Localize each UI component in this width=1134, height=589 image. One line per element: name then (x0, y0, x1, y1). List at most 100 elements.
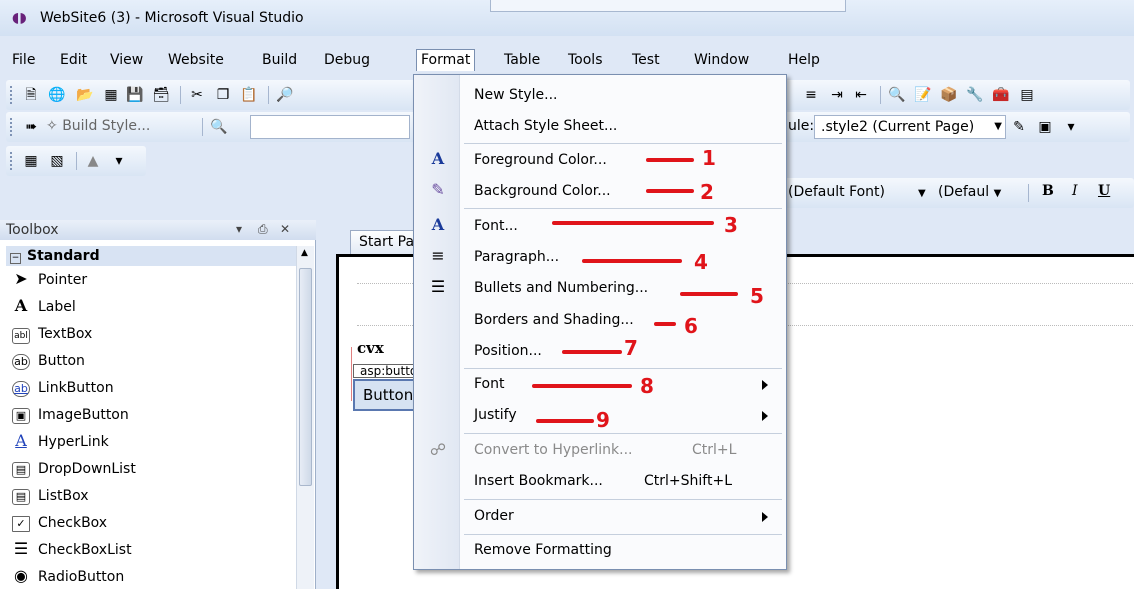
menu-item-justify[interactable]: Justify (474, 403, 517, 427)
formatting-toolbar: (Default Font) ▼ (Defaul ▼ B I U (780, 178, 1134, 208)
toolbar-options-icon[interactable]: ▾ (1062, 118, 1080, 136)
menu-format[interactable]: Format (416, 49, 476, 71)
scroll-up-icon[interactable]: ▲ (301, 248, 308, 258)
font-name-select[interactable]: (Default Font) (788, 184, 885, 200)
annotation-number: 2 (700, 180, 714, 204)
style-application-icon[interactable]: ➠ (22, 118, 40, 136)
selection-marker (351, 347, 352, 401)
toolbox-item-dropdownlist[interactable]: ▤ DropDownList (12, 457, 136, 481)
menu-item-insert-bookmark[interactable]: Insert Bookmark... (474, 469, 603, 493)
toolbox-category-standard[interactable]: − Standard (6, 246, 296, 266)
menu-item-foreground-color[interactable]: Foreground Color... (474, 148, 607, 172)
tools-icon[interactable]: 🔧 (966, 86, 984, 104)
reuse-style-icon[interactable]: ✎ (1010, 118, 1028, 136)
toolbox-item-listbox[interactable]: ▤ ListBox (12, 484, 89, 508)
build-style-button[interactable]: ✧ Build Style... (46, 118, 150, 134)
toolbox-item-linkbutton[interactable]: ab LinkButton (12, 376, 114, 400)
menu-file[interactable]: File (8, 49, 39, 71)
menu-item-bullets-numbering[interactable]: Bullets and Numbering... (474, 276, 648, 300)
indent-icon[interactable]: ⇥ (828, 86, 846, 104)
target-rule-icon[interactable]: 🔍 (210, 118, 228, 136)
paste-icon[interactable]: 📋 (240, 86, 258, 104)
menu-item-remove-formatting[interactable]: Remove Formatting (474, 538, 612, 562)
menu-item-new-style[interactable]: New Style... (474, 83, 558, 107)
toolbox-item-textbox[interactable]: abl TextBox (12, 322, 92, 346)
font-size-dropdown-arrow[interactable]: ▼ (918, 184, 926, 200)
toolbox-item-button[interactable]: ab Button (12, 349, 85, 373)
font-size-select[interactable]: (Defaul ▼ (938, 184, 1001, 200)
menu-debug[interactable]: Debug (320, 49, 374, 71)
hyperlink-icon: A (15, 431, 27, 450)
menu-edit[interactable]: Edit (56, 49, 91, 71)
toolbar-grip[interactable] (10, 86, 13, 104)
menu-item-font-dialog[interactable]: Font... (474, 214, 518, 238)
italic-button[interactable]: I (1072, 183, 1078, 199)
open-file-icon[interactable]: 📂 (76, 86, 94, 104)
toolbox-item-hyperlink[interactable]: A HyperLink (12, 430, 109, 454)
menu-item-borders-shading[interactable]: Borders and Shading... (474, 308, 634, 332)
menu-view[interactable]: View (106, 49, 147, 71)
menu-website[interactable]: Website (164, 49, 228, 71)
toolbox-item-pointer[interactable]: ➤ Pointer (12, 268, 87, 292)
toolbox-item-checkbox[interactable]: ✓ CheckBox (12, 511, 107, 535)
outdent-icon[interactable]: ⇤ (852, 86, 870, 104)
menu-item-font-submenu[interactable]: Font (474, 372, 504, 396)
save-icon[interactable]: 💾 (126, 86, 144, 104)
shortcut-ctrl-shift-l: Ctrl+Shift+L (644, 473, 732, 489)
toolbox-item-label[interactable]: A Label (12, 295, 76, 319)
pin-icon[interactable]: ⎙ (258, 222, 268, 237)
underline-button[interactable]: U (1098, 183, 1110, 199)
new-website-icon[interactable]: 🌐 (48, 86, 66, 104)
scrollbar-thumb[interactable] (299, 268, 312, 486)
toolbox-item-radiobutton[interactable]: ◉ RadioButton (12, 565, 124, 589)
toolbox-item-label: HyperLink (38, 434, 109, 450)
menu-item-order[interactable]: Order (474, 504, 514, 528)
show-overlay-icon[interactable]: ▣ (1036, 118, 1054, 136)
insert-table-icon[interactable]: ▦ (22, 152, 40, 170)
toolbox-item-label: RadioButton (38, 569, 125, 585)
panel-menu-icon[interactable]: ▾ (236, 222, 242, 236)
bold-button[interactable]: B (1042, 183, 1054, 199)
menu-item-paragraph[interactable]: Paragraph... (474, 245, 559, 269)
target-rule-select[interactable]: .style2 (Current Page) ▼ (814, 115, 1006, 139)
find-icon[interactable]: 🔎 (276, 86, 294, 104)
properties-icon[interactable]: 📝 (914, 86, 932, 104)
annotation-number: 9 (596, 408, 610, 432)
solution-explorer-icon[interactable]: 🔍 (888, 86, 906, 104)
menu-item-background-color[interactable]: Background Color... (474, 179, 611, 203)
menu-help[interactable]: Help (784, 49, 824, 71)
toolbar-grip[interactable] (10, 152, 13, 170)
add-item-icon[interactable]: ▦ (102, 86, 120, 104)
toolbox-scrollbar[interactable]: ▲ (296, 246, 314, 589)
menu-test[interactable]: Test (628, 49, 664, 71)
toolbox-icon[interactable]: 🧰 (992, 86, 1010, 104)
menu-tools[interactable]: Tools (564, 49, 607, 71)
comment-icon[interactable]: ≡ (802, 86, 820, 104)
toolbox-item-imagebutton[interactable]: ▣ ImageButton (12, 403, 129, 427)
delete-table-icon[interactable]: ▲ (84, 152, 102, 170)
copy-icon[interactable]: ❐ (214, 86, 232, 104)
menu-item-position[interactable]: Position... (474, 339, 542, 363)
new-project-icon[interactable]: 🗎 (22, 86, 40, 104)
menu-window[interactable]: Window (690, 49, 753, 71)
style-combo[interactable] (250, 115, 410, 139)
toolbar-separator (880, 86, 881, 104)
object-browser-icon[interactable]: 📦 (940, 86, 958, 104)
toolbox-item-label: Button (38, 353, 85, 369)
save-all-icon[interactable]: 🗃 (152, 86, 170, 104)
cut-icon[interactable]: ✂ (188, 86, 206, 104)
format-menu: New Style... Attach Style Sheet... A For… (413, 74, 787, 570)
submenu-arrow-icon (762, 512, 768, 522)
menu-table[interactable]: Table (500, 49, 544, 71)
toolbox-item-checkboxlist[interactable]: ☰ CheckBoxList (12, 538, 132, 562)
menu-item-attach-style-sheet[interactable]: Attach Style Sheet... (474, 114, 617, 138)
menu-build[interactable]: Build (258, 49, 301, 71)
close-icon[interactable]: ✕ (280, 222, 290, 236)
toolbox-category-label: Standard (27, 248, 100, 264)
toolbar-options-icon[interactable]: ▾ (110, 152, 128, 170)
insert-rows-icon[interactable]: ▧ (48, 152, 66, 170)
document-text[interactable]: cvx (357, 339, 384, 357)
toolbar-grip[interactable] (10, 118, 13, 136)
annotation-number: 7 (624, 336, 638, 360)
start-page-icon[interactable]: ▤ (1018, 86, 1036, 104)
